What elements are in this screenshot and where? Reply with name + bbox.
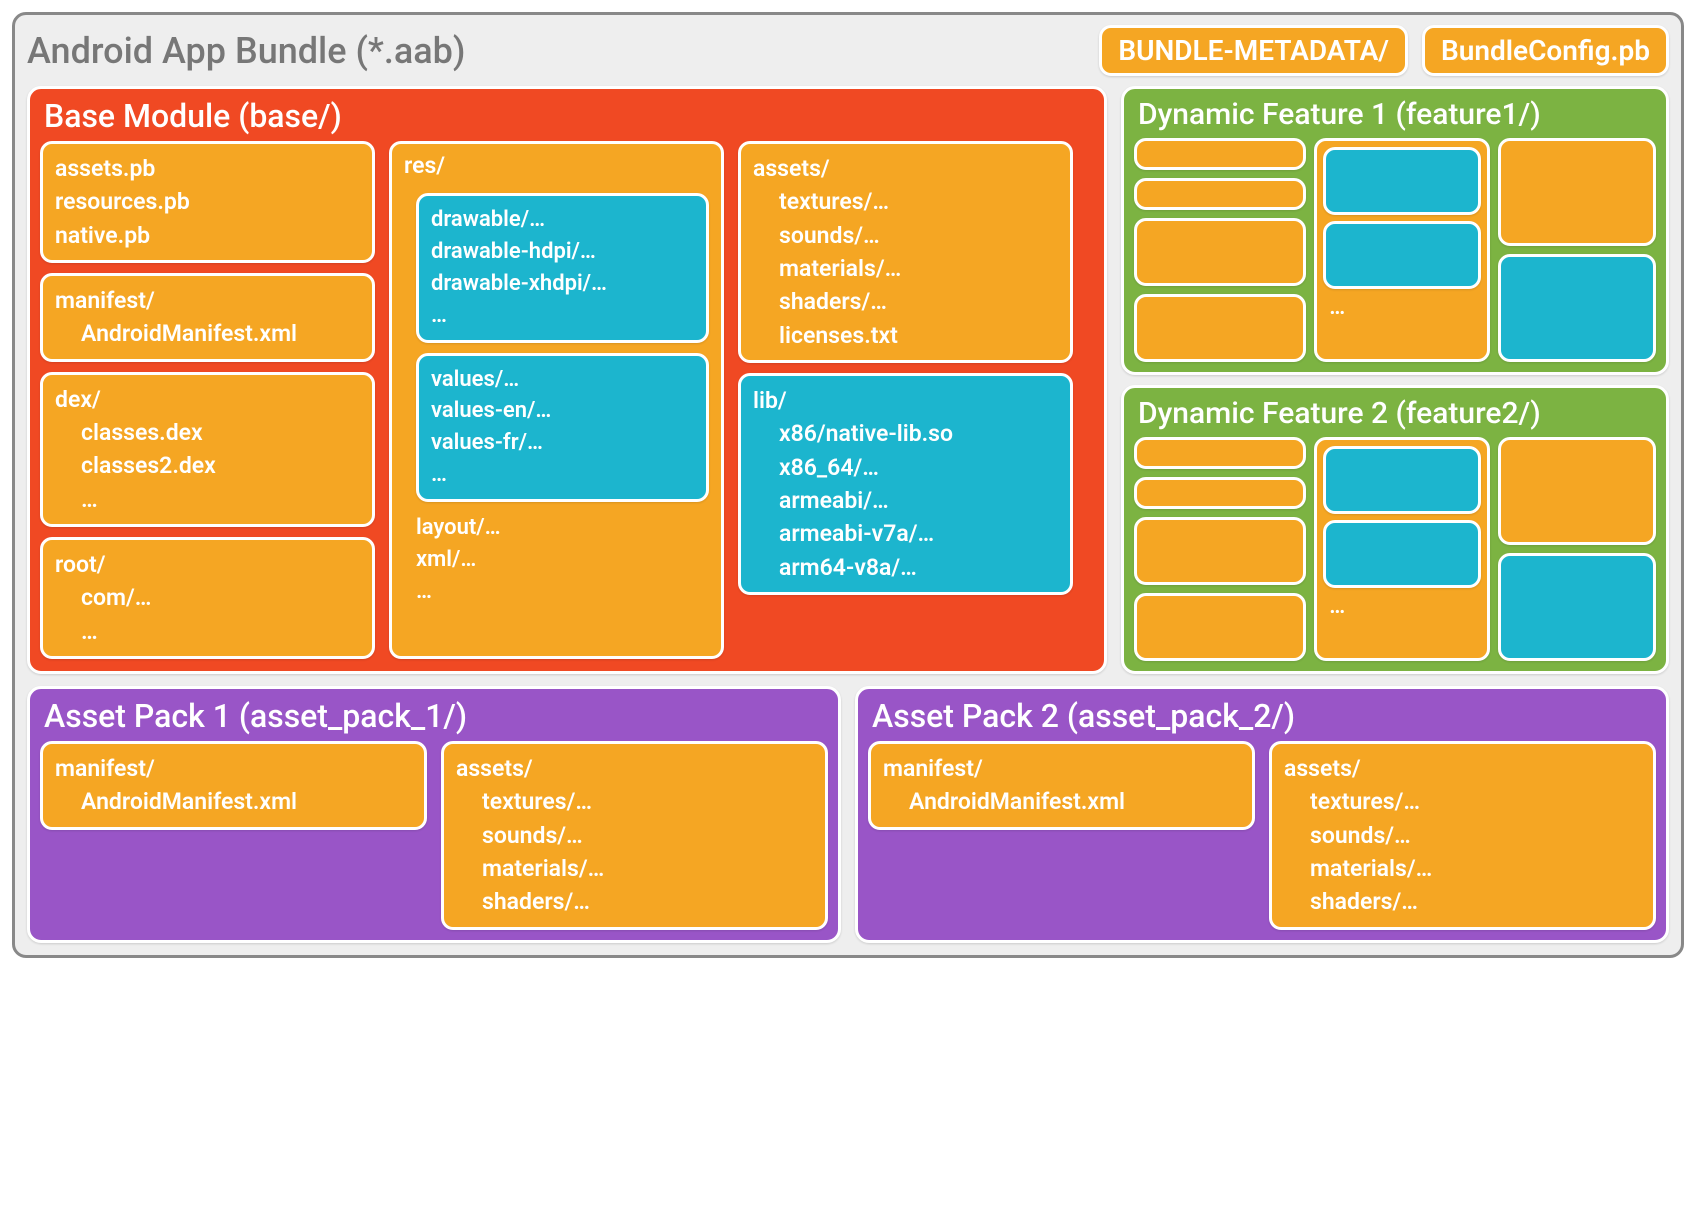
dyn2-res-inner bbox=[1323, 520, 1481, 588]
dynamic-feature-1: Dynamic Feature 1 (feature1/) … bbox=[1121, 86, 1669, 375]
lib-box: lib/ x86/native-lib.so x86_64/… armeabi/… bbox=[738, 373, 1073, 595]
assets-box: assets/ textures/… sounds/… materials/… … bbox=[738, 141, 1073, 363]
bundle-config-pill: BundleConfig.pb bbox=[1422, 25, 1669, 76]
dyn2-stub bbox=[1134, 477, 1306, 509]
dyn1-stub bbox=[1134, 294, 1306, 362]
manifest-box: manifest/ AndroidManifest.xml bbox=[40, 273, 375, 362]
dyn2-stub bbox=[1498, 437, 1656, 545]
dyn2-res-stub: … bbox=[1314, 437, 1490, 661]
ap1-manifest: manifest/ AndroidManifest.xml bbox=[40, 741, 427, 830]
dyn2-stub bbox=[1498, 553, 1656, 661]
res-values-box: values/… values-en/… values-fr/… … bbox=[416, 353, 709, 503]
dex-box: dex/ classes.dex classes2.dex … bbox=[40, 372, 375, 527]
dyn2-stub bbox=[1134, 437, 1306, 469]
dynamic-column: Dynamic Feature 1 (feature1/) … bbox=[1121, 86, 1669, 674]
dyn2-stub bbox=[1134, 517, 1306, 585]
dyn1-stub bbox=[1498, 138, 1656, 246]
dyn1-res-stub: … bbox=[1314, 138, 1490, 362]
outer-title: Android App Bundle (*.aab) bbox=[27, 30, 1085, 72]
dyn2-stub bbox=[1134, 593, 1306, 661]
dyn1-stub bbox=[1134, 138, 1306, 170]
base-module-panel: Base Module (base/) assets.pb resources.… bbox=[27, 86, 1107, 674]
asset-pack-2: Asset Pack 2 (asset_pack_2/) manifest/ A… bbox=[855, 686, 1669, 943]
dyn1-stub bbox=[1134, 218, 1306, 286]
bundle-metadata-pill: BUNDLE-METADATA/ bbox=[1099, 25, 1408, 76]
dynamic-feature-2: Dynamic Feature 2 (feature2/) … bbox=[1121, 385, 1669, 674]
dyn1-stub bbox=[1498, 254, 1656, 362]
res-drawable-box: drawable/… drawable-hdpi/… drawable-xhdp… bbox=[416, 193, 709, 343]
ap1-assets: assets/ textures/… sounds/… materials/… … bbox=[441, 741, 828, 930]
header-row: Android App Bundle (*.aab) BUNDLE-METADA… bbox=[27, 25, 1669, 76]
base-col1: assets.pb resources.pb native.pb manifes… bbox=[40, 141, 375, 659]
dyn1-res-inner bbox=[1323, 221, 1481, 289]
asset-pack-1: Asset Pack 1 (asset_pack_1/) manifest/ A… bbox=[27, 686, 841, 943]
aab-container: Android App Bundle (*.aab) BUNDLE-METADA… bbox=[12, 12, 1684, 958]
res-box: res/ drawable/… drawable-hdpi/… drawable… bbox=[389, 141, 724, 659]
base-col3: assets/ textures/… sounds/… materials/… … bbox=[738, 141, 1073, 659]
dyn1-stub bbox=[1134, 178, 1306, 210]
res-tail: layout/… xml/… … bbox=[416, 512, 709, 608]
dyn2-res-inner bbox=[1323, 446, 1481, 514]
base-title: Base Module (base/) bbox=[40, 97, 1094, 135]
dyn1-title: Dynamic Feature 1 (feature1/) bbox=[1134, 97, 1656, 132]
ap2-manifest: manifest/ AndroidManifest.xml bbox=[868, 741, 1255, 830]
pb-box: assets.pb resources.pb native.pb bbox=[40, 141, 375, 263]
dyn2-title: Dynamic Feature 2 (feature2/) bbox=[1134, 396, 1656, 431]
top-row: Base Module (base/) assets.pb resources.… bbox=[27, 86, 1669, 674]
asset-row: Asset Pack 1 (asset_pack_1/) manifest/ A… bbox=[27, 686, 1669, 943]
root-box: root/ com/… … bbox=[40, 537, 375, 659]
ap2-assets: assets/ textures/… sounds/… materials/… … bbox=[1269, 741, 1656, 930]
dyn1-res-inner bbox=[1323, 147, 1481, 215]
